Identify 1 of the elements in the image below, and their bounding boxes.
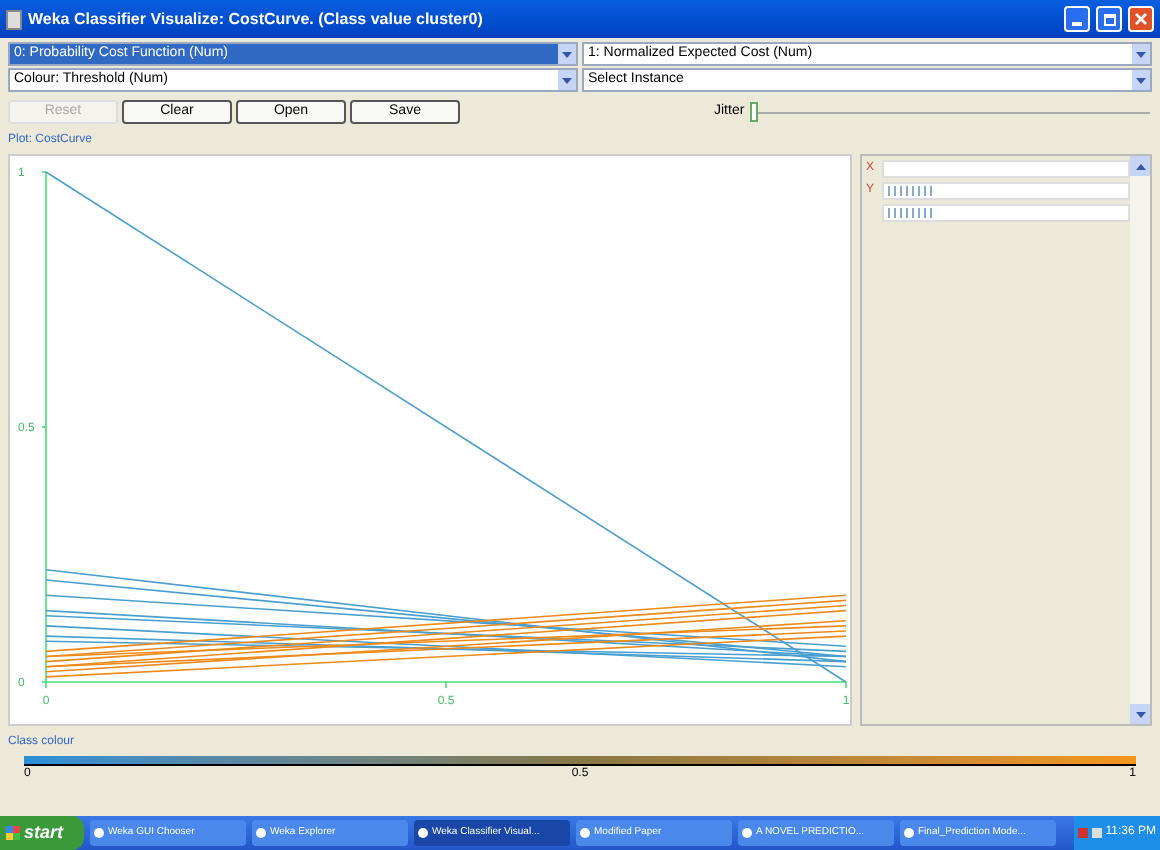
- window-title: Weka Classifier Visualize: CostCurve. (Class value cluster0): [28, 7, 485, 31]
